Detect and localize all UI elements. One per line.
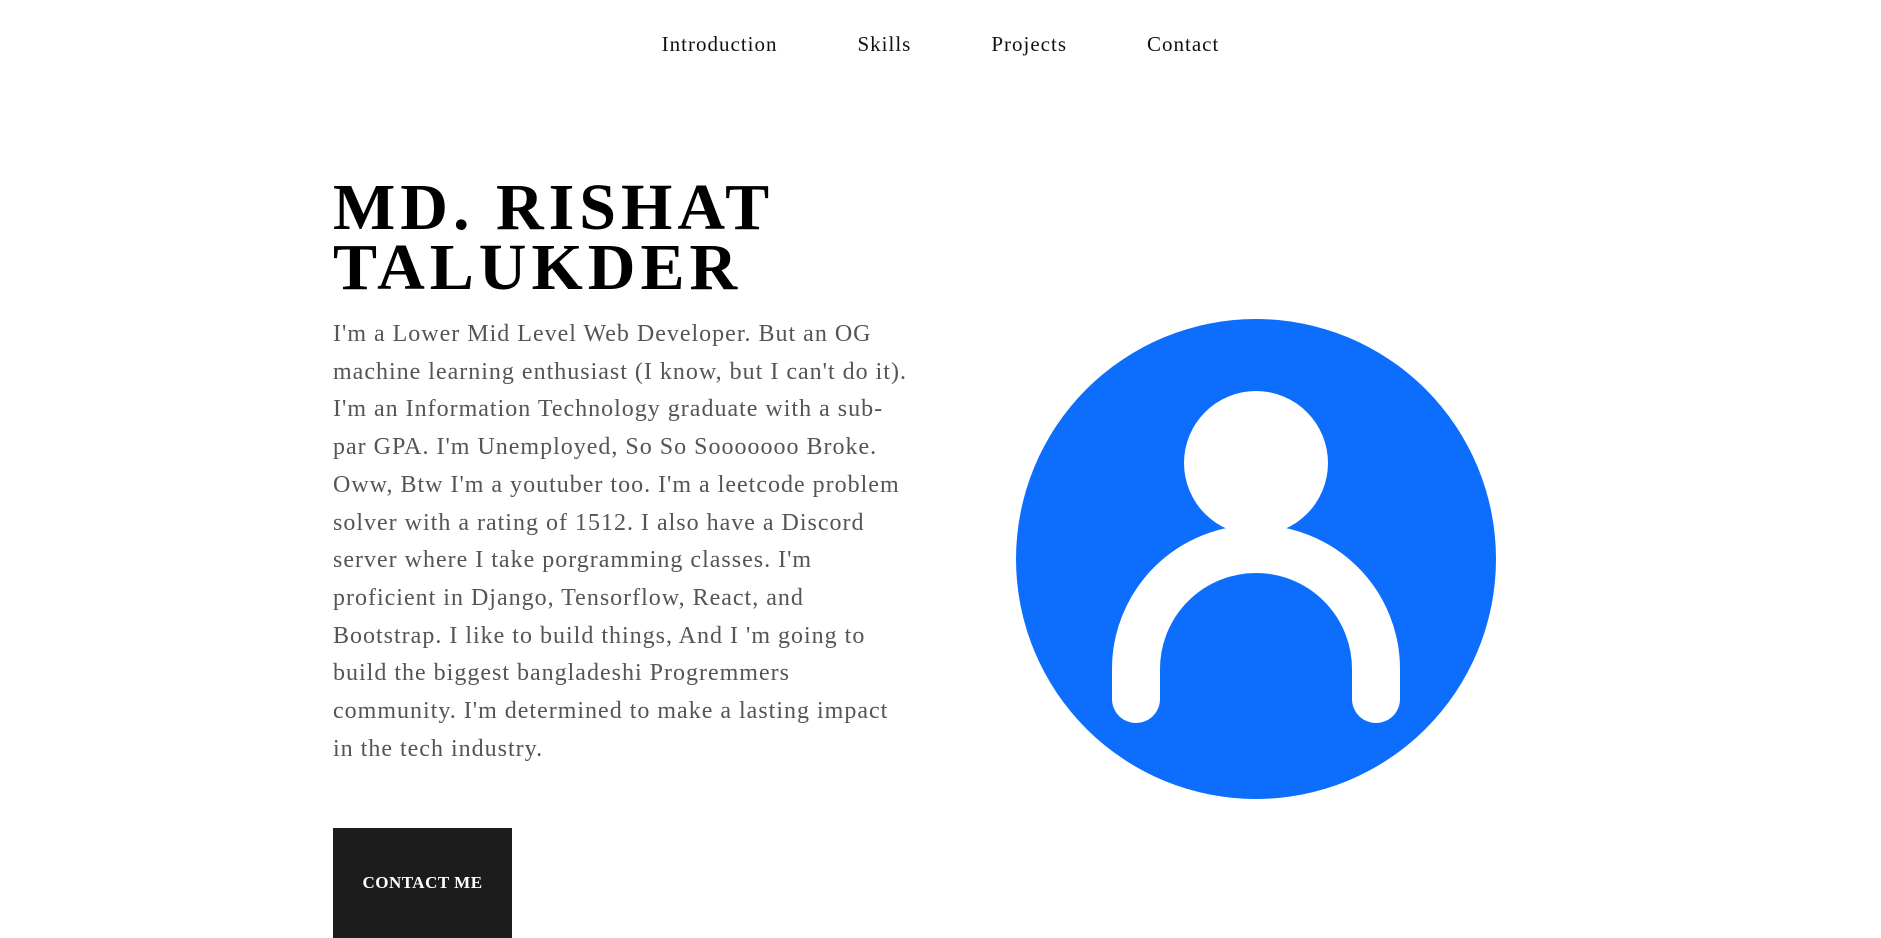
avatar-head (1184, 391, 1328, 535)
top-navigation: Introduction Skills Projects Contact (0, 30, 1881, 58)
nav-link-introduction[interactable]: Introduction (662, 30, 778, 58)
nav-link-contact[interactable]: Contact (1147, 30, 1219, 58)
nav-link-projects[interactable]: Projects (991, 30, 1067, 58)
contact-me-button[interactable]: CONTACT ME (333, 828, 512, 938)
user-avatar-icon (1016, 319, 1496, 799)
nav-link-skills[interactable]: Skills (857, 30, 911, 58)
hero-section: MD. RISHAT TALUKDER I'm a Lower Mid Leve… (333, 171, 923, 768)
hero-title: MD. RISHAT TALUKDER (333, 171, 773, 304)
hero-bio: I'm a Lower Mid Level Web Developer. But… (333, 321, 907, 762)
